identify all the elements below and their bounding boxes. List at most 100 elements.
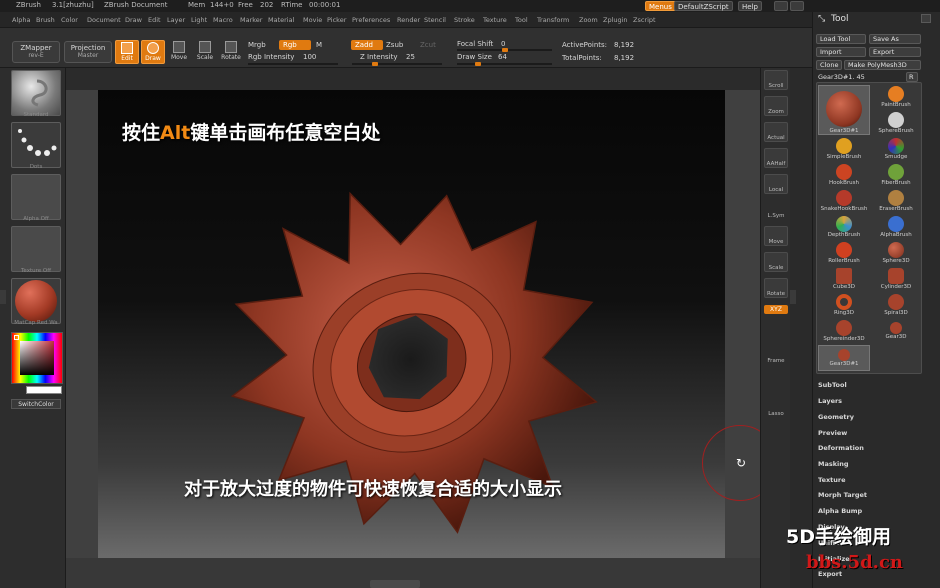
menu-tool[interactable]: Tool [515,16,528,24]
menu-texture[interactable]: Texture [483,16,507,24]
tool-paintbrush[interactable]: PaintBrush [870,85,922,111]
tool-sphere3d[interactable]: Sphere3D [870,241,922,267]
brush-standard-thumb[interactable] [11,70,61,116]
stroke-dots-thumb[interactable] [11,122,61,168]
menu-zoom[interactable]: Zoom [579,16,598,24]
menu-color[interactable]: Color [61,16,78,24]
menu-render[interactable]: Render [397,16,420,24]
scale-button[interactable]: Scale [193,40,217,64]
mrgb-button[interactable]: Mrgb [248,41,266,49]
save-as-button[interactable]: Save As [869,34,921,44]
tool-ring3d[interactable]: Ring3D [818,293,870,319]
menu-picker[interactable]: Picker [327,16,346,24]
rgb-intensity-slider[interactable] [248,63,338,65]
tool-cylinder3d[interactable]: Cylinder3D [870,267,922,293]
focal-shift-knob[interactable] [502,48,508,52]
tool-hookbrush[interactable]: HookBrush [818,163,870,189]
morph-target-menu[interactable]: Morph Target [818,491,867,499]
focal-shift-label[interactable]: Focal Shift [457,40,493,48]
menu-document[interactable]: Document [87,16,121,24]
bottom-tray-toggle[interactable] [370,580,420,588]
saturation-square[interactable] [20,341,54,375]
alpha-thumb[interactable] [11,174,61,220]
menus-button[interactable]: Menus [645,1,676,11]
menu-macro[interactable]: Macro [213,16,233,24]
texture-menu[interactable]: Texture [818,476,846,484]
tool-sphereinder3d[interactable]: Sphereinder3D [818,319,870,345]
zsub-button[interactable]: Zsub [386,41,403,49]
projection-master-button[interactable]: Projection Master [64,41,112,63]
zmapper-button[interactable]: ZMapper rev-E [12,41,60,63]
geometry-menu[interactable]: Geometry [818,413,854,421]
menu-preferences[interactable]: Preferences [352,16,390,24]
make-polymesh-button[interactable]: Make PolyMesh3D [844,60,921,70]
z-intensity-label[interactable]: Z Intensity [360,53,398,61]
rgb-button[interactable]: Rgb [279,40,311,50]
clone-button[interactable]: Clone [816,60,842,70]
document-canvas[interactable]: 按住Alt键单击画布任意空白处 对于放大过度的物件可快速恢复合适的大小显示 [98,90,725,558]
menu-zplugin[interactable]: Zplugin [603,16,628,24]
tool-gear3d1-selected[interactable]: Gear3D#1 [818,85,870,135]
menu-movie[interactable]: Movie [303,16,322,24]
import-button[interactable]: Import [816,47,866,57]
rgb-intensity-label[interactable]: Rgb Intensity [248,53,294,61]
rotate-button[interactable]: Rotate [219,40,243,64]
load-tool-button[interactable]: Load Tool [816,34,866,44]
menu-alpha[interactable]: Alpha [12,16,30,24]
menu-edit[interactable]: Edit [148,16,161,24]
material-thumb[interactable] [11,278,61,324]
zcut-button[interactable]: Zcut [420,41,436,49]
tool-simplebrush[interactable]: SimpleBrush [818,137,870,163]
export-button[interactable]: Export [869,47,921,57]
left-tray-toggle[interactable] [0,290,6,304]
menu-brush[interactable]: Brush [36,16,55,24]
preview-menu[interactable]: Preview [818,429,847,437]
menu-marker[interactable]: Marker [240,16,262,24]
tool-snakehookbrush[interactable]: SnakeHookBrush [818,189,870,215]
menu-stroke[interactable]: Stroke [454,16,475,24]
move-button[interactable]: Move [167,40,191,64]
tool-depthbrush[interactable]: DepthBrush [818,215,870,241]
alpha-bump-menu[interactable]: Alpha Bump [818,507,862,515]
tool-rollerbrush[interactable]: RollerBrush [818,241,870,267]
default-zscript-button[interactable]: DefaultZScript [674,1,733,11]
menu-light[interactable]: Light [191,16,207,24]
minimize-icon[interactable] [774,1,788,11]
secondary-color-swatch[interactable] [26,386,62,394]
draw-size-slider[interactable] [457,63,552,65]
zadd-button[interactable]: Zadd [351,40,383,50]
r-button[interactable]: R [906,72,918,82]
menu-layer[interactable]: Layer [167,16,185,24]
draw-button[interactable]: Draw [141,40,165,64]
layers-menu[interactable]: Layers [818,397,842,405]
layout-icon[interactable] [790,1,804,11]
switch-color-button[interactable]: SwitchColor [11,399,61,409]
menu-transform[interactable]: Transform [537,16,569,24]
z-intensity-knob[interactable] [372,62,378,66]
draw-size-knob[interactable] [475,62,481,66]
deformation-menu[interactable]: Deformation [818,444,864,452]
menu-draw[interactable]: Draw [125,16,142,24]
menu-stencil[interactable]: Stencil [424,16,446,24]
tool-gear3d[interactable]: Gear3D [870,319,922,345]
tool-spherebrush[interactable]: SphereBrush [870,111,922,137]
m-button[interactable]: M [316,41,322,49]
palette-dock-icon[interactable] [921,14,931,23]
tool-smudge[interactable]: Smudge [870,137,922,163]
help-button[interactable]: Help [738,1,762,11]
z-intensity-slider[interactable] [352,63,442,65]
menu-material[interactable]: Material [268,16,294,24]
tool-eraserbrush[interactable]: EraserBrush [870,189,922,215]
menu-zscript[interactable]: Zscript [633,16,656,24]
tool-cube3d[interactable]: Cube3D [818,267,870,293]
draw-size-label[interactable]: Draw Size [457,53,492,61]
masking-menu[interactable]: Masking [818,460,849,468]
tool-fiberbrush[interactable]: FiberBrush [870,163,922,189]
texture-thumb[interactable] [11,226,61,272]
color-picker[interactable] [11,332,63,384]
tool-alphabrush[interactable]: AlphaBrush [870,215,922,241]
edit-button[interactable]: Edit [115,40,139,64]
xyz-button[interactable]: XYZ [764,305,788,314]
tool-gear3d1[interactable]: Gear3D#1 [818,345,870,371]
subtool-menu[interactable]: SubTool [818,381,847,389]
